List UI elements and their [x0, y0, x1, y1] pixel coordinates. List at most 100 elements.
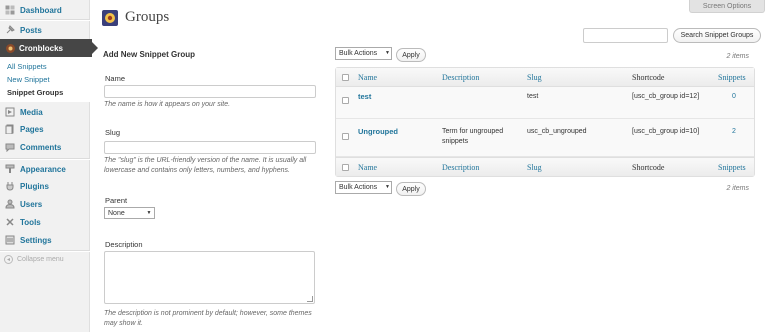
chevron-down-icon: ▼ — [385, 184, 390, 190]
menu-comments[interactable]: Comments — [0, 140, 90, 154]
row-name-link[interactable]: Ungrouped — [358, 127, 398, 137]
menu-pages-label: Pages — [20, 124, 44, 134]
menu-cronblocks[interactable]: Cronblocks — [0, 39, 98, 57]
column-shortcode: Shortcode — [632, 163, 665, 172]
menu-users[interactable]: Users — [0, 197, 90, 211]
column-snippets[interactable]: Snippets — [718, 163, 746, 172]
bulk-actions-select-bottom[interactable]: Bulk Actions ▼ — [335, 181, 392, 194]
menu-separator — [0, 19, 90, 21]
menu-media-label: Media — [20, 107, 43, 117]
column-description[interactable]: Description — [442, 73, 479, 82]
cronblocks-icon — [4, 42, 16, 54]
collapse-arrow-icon: ◂ — [4, 255, 13, 264]
submenu-new-snippet[interactable]: New Snippet — [7, 75, 50, 84]
admin-sidebar: Dashboard Posts Cronblocks All Snippets … — [0, 0, 98, 332]
pin-icon — [4, 24, 16, 36]
row-checkbox[interactable] — [342, 97, 349, 104]
column-slug[interactable]: Slug — [527, 73, 542, 82]
column-name[interactable]: Name — [358, 73, 377, 82]
menu-tools-label: Tools — [20, 217, 41, 227]
apply-button-bottom[interactable]: Apply — [396, 182, 426, 196]
row-description: Term for ungrouped snippets — [442, 128, 504, 145]
menu-pages[interactable]: Pages — [0, 122, 90, 136]
parent-select[interactable]: None ▼ — [104, 207, 155, 219]
chevron-down-icon: ▼ — [146, 210, 152, 216]
items-count-top: 2 items — [726, 53, 749, 60]
bulk-actions-select-top[interactable]: Bulk Actions ▼ — [335, 47, 392, 60]
menu-separator — [0, 250, 90, 252]
select-all-checkbox[interactable] — [342, 164, 349, 171]
users-icon — [4, 198, 16, 210]
snippet-groups-table: Name Description Slug Shortcode Snippets… — [335, 67, 755, 177]
search-snippet-groups-button[interactable]: Search Snippet Groups — [673, 28, 761, 43]
submenu-snippet-groups[interactable]: Snippet Groups — [7, 88, 63, 97]
comments-icon — [4, 141, 16, 153]
menu-settings-label: Settings — [20, 235, 52, 245]
table-row: Ungrouped Term for ungrouped snippets us… — [336, 120, 754, 157]
parent-select-value: None — [108, 209, 125, 217]
table-footer: Name Description Slug Shortcode Snippets — [336, 157, 754, 176]
menu-media[interactable]: Media — [0, 105, 90, 119]
cronblocks-submenu: All Snippets New Snippet Snippet Groups — [0, 57, 90, 102]
menu-tools[interactable]: Tools — [0, 215, 90, 229]
menu-appearance-label: Appearance — [20, 164, 66, 174]
plugin-icon — [4, 180, 16, 192]
tools-icon — [4, 216, 16, 228]
menu-settings[interactable]: Settings — [0, 233, 90, 247]
menu-comments-label: Comments — [20, 142, 62, 152]
column-slug[interactable]: Slug — [527, 163, 542, 172]
row-name-link[interactable]: test — [358, 92, 371, 102]
table-row: test test [usc_cb_group id=12] 0 — [336, 88, 754, 119]
page-title: Groups — [125, 9, 170, 25]
column-snippets[interactable]: Snippets — [718, 73, 746, 82]
submenu-all-snippets[interactable]: All Snippets — [7, 62, 47, 71]
row-snippets-count[interactable]: 0 — [732, 92, 736, 102]
parent-label: Parent — [105, 196, 128, 205]
row-slug: test — [527, 93, 539, 100]
row-checkbox[interactable] — [342, 133, 349, 140]
dashboard-icon — [4, 4, 16, 16]
slug-input[interactable] — [104, 141, 316, 154]
form-heading: Add New Snippet Group — [103, 50, 195, 59]
row-snippets-count[interactable]: 2 — [732, 127, 736, 137]
media-icon — [4, 106, 16, 118]
description-textarea[interactable] — [104, 251, 315, 304]
column-shortcode: Shortcode — [632, 73, 665, 82]
menu-posts-label: Posts — [20, 25, 42, 35]
collapse-menu-button[interactable]: ◂ Collapse menu — [4, 255, 64, 264]
menu-users-label: Users — [20, 199, 43, 209]
column-name[interactable]: Name — [358, 163, 377, 172]
apply-button-top[interactable]: Apply — [396, 48, 426, 62]
name-input[interactable] — [104, 85, 316, 98]
name-label: Name — [105, 74, 126, 83]
items-count-bottom: 2 items — [726, 185, 749, 192]
menu-separator — [0, 158, 90, 160]
bulk-actions-label: Bulk Actions — [339, 50, 378, 57]
name-help: The name is how it appears on your site. — [104, 101, 231, 108]
menu-posts[interactable]: Posts — [0, 23, 90, 37]
menu-plugins[interactable]: Plugins — [0, 179, 90, 193]
menu-appearance[interactable]: Appearance — [0, 162, 90, 176]
row-shortcode: [usc_cb_group id=10] — [632, 128, 700, 135]
cronblocks-page-icon — [101, 8, 119, 28]
collapse-menu-label: Collapse menu — [17, 256, 64, 263]
menu-plugins-label: Plugins — [20, 181, 49, 191]
table-header: Name Description Slug Shortcode Snippets — [336, 68, 754, 87]
slug-help: The "slug" is the URL-friendly version o… — [104, 157, 307, 174]
bulk-actions-label: Bulk Actions — [339, 184, 378, 191]
search-input[interactable] — [583, 28, 668, 43]
column-description[interactable]: Description — [442, 163, 479, 172]
settings-icon — [4, 234, 16, 246]
row-shortcode: [usc_cb_group id=12] — [632, 93, 700, 100]
description-label: Description — [105, 240, 143, 249]
chevron-down-icon: ▼ — [385, 50, 390, 56]
pages-icon — [4, 123, 16, 135]
slug-label: Slug — [105, 128, 121, 137]
resize-grip-icon[interactable] — [307, 296, 313, 302]
description-help: The description is not prominent by defa… — [104, 310, 312, 327]
screen-options-button[interactable]: Screen Options — [689, 0, 765, 13]
select-all-checkbox[interactable] — [342, 74, 349, 81]
row-slug: usc_cb_ungrouped — [527, 128, 587, 135]
menu-dashboard-label: Dashboard — [20, 5, 62, 15]
menu-dashboard[interactable]: Dashboard — [0, 3, 90, 17]
